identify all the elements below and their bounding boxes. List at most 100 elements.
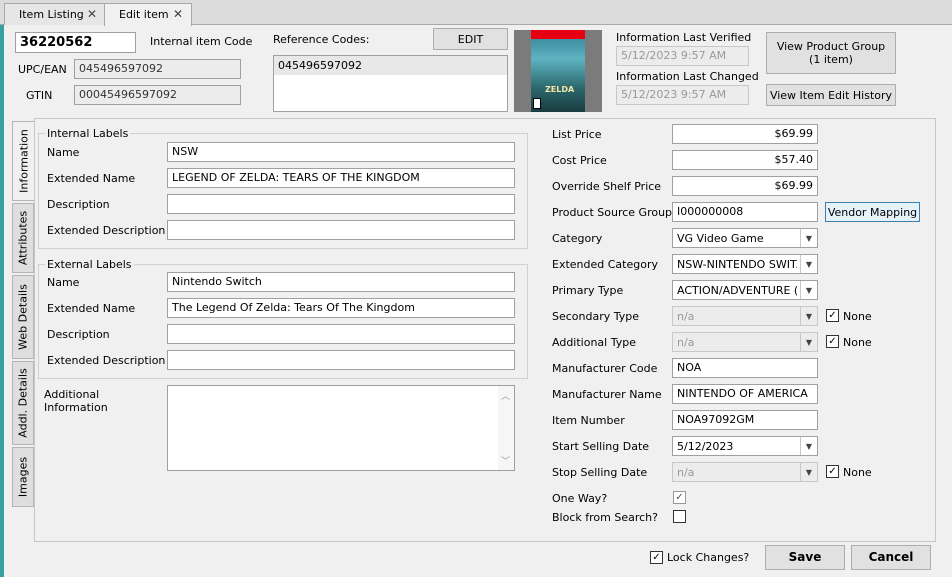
cost-price-field[interactable]: $57.40: [672, 150, 818, 170]
mfr-code-field[interactable]: NOA: [672, 358, 818, 378]
tab-label: Web Details: [16, 284, 30, 350]
internal-ext-desc-field[interactable]: [167, 220, 515, 240]
mfr-code-label: Manufacturer Code: [552, 362, 658, 375]
vendor-mapping-button[interactable]: Vendor Mapping: [825, 202, 920, 222]
secondary-type-label: Secondary Type: [552, 310, 640, 323]
tab-edit-item[interactable]: Edit item ✕: [104, 3, 192, 26]
tab-images[interactable]: Images: [12, 447, 34, 507]
tab-label: Attributes: [16, 210, 30, 266]
lock-changes-checkbox[interactable]: ✓: [650, 551, 663, 564]
select-value: n/a: [677, 310, 695, 323]
gtin-field[interactable]: 00045496597092: [74, 85, 241, 105]
item-number-field[interactable]: NOA97092GM: [672, 410, 818, 430]
product-source-group-field[interactable]: I000000008: [672, 202, 818, 222]
category-select[interactable]: VG Video Game ▼: [672, 228, 818, 248]
chevron-down-icon: ▼: [800, 333, 817, 351]
tab-label: Information: [17, 129, 30, 193]
rating-icon: [533, 98, 541, 109]
none-label: None: [843, 466, 872, 479]
start-date-picker[interactable]: 5/12/2023 ▼: [672, 436, 818, 456]
stop-date-label: Stop Selling Date: [552, 466, 648, 479]
additional-type-select: n/a ▼: [672, 332, 818, 352]
list-price-label: List Price: [552, 128, 602, 141]
select-value: ACTION/ADVENTURE (...: [677, 284, 797, 297]
block-search-label: Block from Search?: [552, 511, 658, 524]
label-line: Information: [44, 401, 108, 414]
block-search-checkbox[interactable]: [673, 510, 686, 523]
scrollbar[interactable]: ︿ ﹀: [498, 386, 514, 470]
close-icon[interactable]: ✕: [173, 7, 183, 21]
gtin-label: GTIN: [26, 89, 53, 102]
internal-item-code-label: Internal item Code: [150, 35, 253, 48]
external-ext-name-field[interactable]: The Legend Of Zelda: Tears Of The Kingdo…: [167, 298, 515, 318]
stop-date-none-checkbox[interactable]: ✓: [826, 465, 839, 478]
mfr-name-field[interactable]: NINTENDO OF AMERICA: [672, 384, 818, 404]
reference-codes-list[interactable]: 045496597092: [273, 55, 508, 112]
view-product-group-button[interactable]: View Product Group (1 item): [766, 32, 896, 74]
chevron-up-icon[interactable]: ︿: [501, 389, 510, 402]
tab-label: Edit item: [119, 8, 169, 21]
select-value: NSW-NINTENDO SWIT...: [677, 258, 797, 271]
button-line: View Product Group: [776, 40, 886, 53]
primary-type-select[interactable]: ACTION/ADVENTURE (... ▼: [672, 280, 818, 300]
external-ext-name-label: Extended Name: [47, 302, 136, 315]
tab-web-details[interactable]: Web Details: [12, 275, 34, 359]
item-code-field[interactable]: 36220562: [15, 32, 136, 53]
override-price-label: Override Shelf Price: [552, 180, 662, 193]
cost-price-label: Cost Price: [552, 154, 607, 167]
secondary-none-checkbox[interactable]: ✓: [826, 309, 839, 322]
internal-desc-field[interactable]: [167, 194, 515, 214]
internal-ext-name-field[interactable]: LEGEND OF ZELDA: TEARS OF THE KINGDOM: [167, 168, 515, 188]
tab-item-listing[interactable]: Item Listing ✕: [4, 3, 106, 25]
select-value: n/a: [677, 466, 695, 479]
category-label: Category: [552, 232, 603, 245]
chevron-down-icon[interactable]: ▼: [800, 281, 817, 299]
additional-none-checkbox[interactable]: ✓: [826, 335, 839, 348]
internal-name-field[interactable]: NSW: [167, 142, 515, 162]
nintendo-switch-logo-icon: [531, 30, 585, 39]
reference-codes-label: Reference Codes:: [273, 33, 370, 46]
tab-label: Images: [16, 456, 30, 498]
chevron-down-icon[interactable]: ▼: [800, 229, 817, 247]
info-verified-label: Information Last Verified: [616, 31, 752, 44]
tab-attributes[interactable]: Attributes: [12, 203, 34, 273]
external-desc-field[interactable]: [167, 324, 515, 344]
tab-addl-details[interactable]: Addl. Details: [12, 361, 34, 445]
box-title-icon: ZELDA: [545, 85, 575, 94]
tab-information[interactable]: Information: [12, 121, 34, 201]
view-edit-history-button[interactable]: View Item Edit History: [766, 84, 896, 106]
info-changed-label: Information Last Changed: [616, 70, 759, 83]
chevron-down-icon[interactable]: ▼: [800, 255, 817, 273]
chevron-down-icon[interactable]: ▼: [800, 437, 817, 455]
external-name-field[interactable]: Nintendo Switch: [167, 272, 515, 292]
ext-category-select[interactable]: NSW-NINTENDO SWIT... ▼: [672, 254, 818, 274]
additional-type-label: Additional Type: [552, 336, 636, 349]
stop-date-picker: n/a ▼: [672, 462, 818, 482]
one-way-checkbox[interactable]: ✓: [673, 491, 686, 504]
external-ext-desc-field[interactable]: [167, 350, 515, 370]
internal-name-label: Name: [47, 146, 80, 159]
tab-label: Addl. Details: [16, 368, 30, 438]
cancel-button[interactable]: Cancel: [851, 545, 931, 570]
edit-button[interactable]: EDIT: [433, 28, 508, 50]
upc-field[interactable]: 045496597092: [74, 59, 241, 79]
select-value: 5/12/2023: [677, 440, 734, 453]
close-icon[interactable]: ✕: [87, 7, 97, 21]
primary-type-label: Primary Type: [552, 284, 624, 297]
list-item[interactable]: 045496597092: [274, 56, 507, 75]
additional-info-textarea[interactable]: ︿ ﹀: [167, 385, 515, 471]
chevron-down-icon[interactable]: ﹀: [501, 454, 510, 467]
list-price-field[interactable]: $69.99: [672, 124, 818, 144]
lock-changes-label: Lock Changes?: [667, 551, 750, 564]
one-way-label: One Way?: [552, 492, 608, 505]
save-button[interactable]: Save: [765, 545, 845, 570]
chevron-down-icon: ▼: [800, 463, 817, 481]
product-image: ZELDA: [514, 30, 602, 112]
box-art: ZELDA: [531, 30, 585, 112]
internal-ext-name-label: Extended Name: [47, 172, 136, 185]
secondary-type-select: n/a ▼: [672, 306, 818, 326]
override-price-field[interactable]: $69.99: [672, 176, 818, 196]
tab-bar: Item Listing ✕ Edit item ✕: [0, 0, 952, 26]
select-value: n/a: [677, 336, 695, 349]
internal-ext-desc-label: Extended Description: [47, 224, 166, 237]
